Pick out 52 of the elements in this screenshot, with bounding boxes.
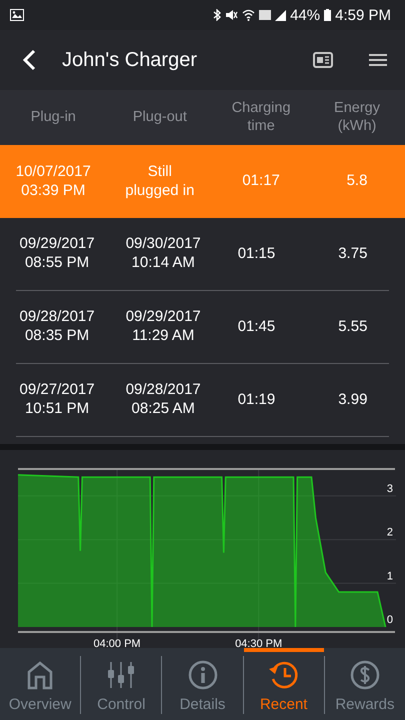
table-cell-text: Still plugged in bbox=[124, 162, 196, 200]
nav-tab[interactable]: Rewards bbox=[324, 648, 405, 720]
table-cell-text: 01:45 bbox=[236, 318, 276, 336]
clock: 4:59 PM bbox=[335, 6, 391, 24]
table-cell-text: 09/29/2017 11:29 AM bbox=[124, 308, 202, 346]
table-cell-text: 01:17 bbox=[241, 172, 281, 191]
column-header: Plug-out bbox=[132, 108, 188, 126]
table-cell-text: 09/27/2017 10:51 PM bbox=[18, 381, 96, 419]
table-cell-text: 09/28/2017 08:35 PM bbox=[18, 308, 96, 346]
nav-tab[interactable]: Details bbox=[162, 648, 243, 720]
menu-icon[interactable] bbox=[369, 53, 387, 67]
axis-label: 3 bbox=[386, 482, 393, 495]
nav-tab[interactable]: Recent bbox=[244, 648, 324, 720]
axis-label: 04:00 PM bbox=[94, 638, 141, 648]
session-row[interactable]: 09/29/2017 08:55 PM 09/30/2017 10:14 AM 01:15 3.75 bbox=[16, 218, 389, 291]
column-header: Charging time bbox=[230, 100, 292, 135]
bluetooth-icon bbox=[213, 9, 222, 21]
mute-icon bbox=[225, 9, 238, 21]
session-row[interactable]: 09/27/2017 10:51 PM 09/28/2017 08:25 AM 01:19 3.99 bbox=[16, 364, 389, 437]
sliders-icon bbox=[106, 660, 136, 690]
session-row[interactable]: 09/28/2017 08:35 PM 09/29/2017 11:29 AM 01:45 5.55 bbox=[16, 291, 389, 364]
signal-icon bbox=[275, 10, 286, 20]
home-icon bbox=[26, 660, 54, 690]
table-cell-text: 01:15 bbox=[236, 244, 276, 264]
dollar-icon bbox=[350, 660, 380, 690]
screen-title: John's Charger bbox=[62, 48, 197, 72]
history-icon bbox=[268, 660, 300, 690]
column-header: Energy (kWh) bbox=[333, 100, 381, 135]
battery-icon bbox=[324, 9, 332, 21]
axis-label: 1 bbox=[386, 570, 393, 582]
card-icon[interactable] bbox=[313, 52, 333, 68]
table-cell-text: 09/28/2017 08:25 AM bbox=[124, 381, 202, 419]
session-row[interactable]: 10/07/2017 03:39 PM Still plugged in 01:17 5.8 bbox=[0, 145, 405, 218]
column-header: Plug-in bbox=[30, 108, 77, 126]
image-icon bbox=[10, 9, 24, 21]
wifi-icon bbox=[242, 9, 256, 21]
nav-tab[interactable]: Overview bbox=[0, 648, 80, 720]
table-cell-text: 10/07/2017 03:39 PM bbox=[14, 162, 92, 200]
table-cell-text: 3.99 bbox=[337, 390, 368, 410]
axis-label: 04:30 PM bbox=[235, 638, 282, 648]
battery-percent: 44% bbox=[290, 6, 320, 24]
table-cell-text: 01:19 bbox=[236, 390, 276, 410]
table-cell-text: 5.8 bbox=[346, 172, 368, 191]
axis-label: 0 bbox=[386, 614, 393, 626]
nav-tab[interactable]: Control bbox=[81, 648, 162, 720]
table-cell-text: 09/30/2017 10:14 AM bbox=[124, 235, 202, 273]
axis-label: 2 bbox=[386, 526, 393, 539]
table-cell-text: 3.75 bbox=[337, 244, 368, 264]
info-icon bbox=[188, 660, 218, 690]
back-button[interactable] bbox=[22, 49, 36, 71]
table-cell-text: 5.55 bbox=[337, 318, 368, 336]
table-cell-text: 09/29/2017 08:55 PM bbox=[18, 235, 96, 273]
